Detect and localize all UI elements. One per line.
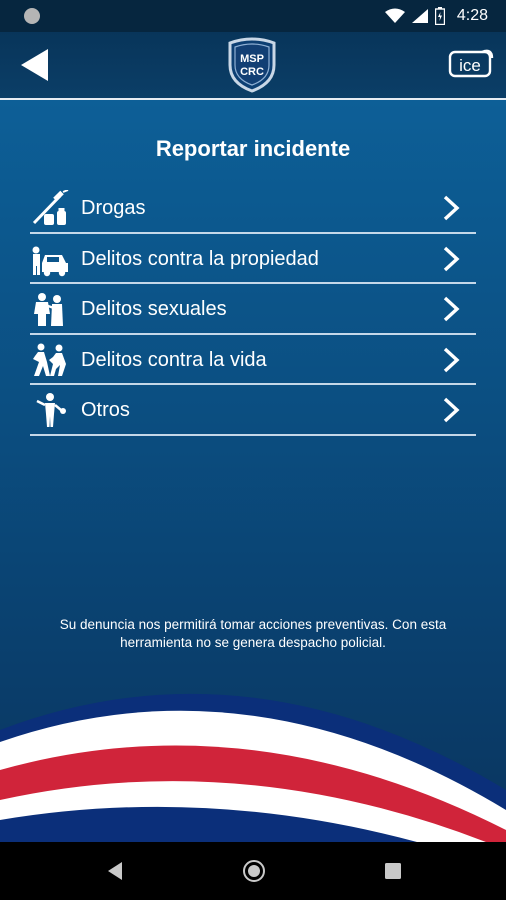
menu-item-delitos-vida[interactable]: Delitos contra la vida — [30, 335, 476, 385]
battery-icon — [434, 7, 445, 25]
status-icons: 4:28 — [384, 5, 488, 27]
logo-text-crc: CRC — [240, 66, 264, 78]
wifi-icon — [384, 8, 405, 23]
sexual-crime-icon — [34, 293, 63, 326]
nav-recents-icon[interactable] — [384, 862, 402, 880]
menu-item-otros[interactable]: Otros — [30, 385, 476, 436]
nav-back-icon[interactable] — [106, 861, 124, 881]
chevron-right-icon — [443, 246, 460, 271]
notification-dot-icon — [24, 8, 40, 24]
back-arrow-icon[interactable] — [18, 47, 52, 83]
disclaimer-line-1: Su denuncia nos permitirá tomar acciones… — [59, 617, 447, 632]
ice-logo[interactable]: ice — [448, 46, 494, 82]
msp-crc-logo: MSP CRC — [228, 37, 276, 93]
logo-text-msp: MSP — [240, 53, 264, 65]
violent-crime-icon — [33, 343, 66, 376]
system-nav-bar — [0, 842, 506, 900]
menu-item-delitos-propiedad[interactable]: Delitos contra la propiedad — [30, 234, 476, 284]
property-crime-icon — [32, 246, 68, 276]
incident-menu: Drogas Delitos contra la propiedad Delit… — [30, 183, 476, 436]
menu-item-label: Delitos contra la vida — [81, 348, 267, 371]
chevron-right-icon — [443, 195, 460, 221]
ice-logo-text: ice — [459, 56, 481, 75]
chevron-right-icon — [443, 397, 460, 423]
nav-home-icon[interactable] — [242, 859, 266, 883]
chevron-right-icon — [443, 296, 460, 322]
drugs-icon — [32, 190, 69, 225]
menu-item-label: Otros — [81, 399, 130, 421]
main-content: Reportar incidente Drogas Delitos contra… — [0, 100, 506, 842]
status-time: 4:28 — [456, 7, 488, 24]
page-title: Reportar incidente — [155, 136, 351, 161]
signal-icon — [411, 9, 428, 23]
menu-item-label: Drogas — [81, 197, 146, 219]
status-bar: 4:28 — [0, 0, 506, 32]
menu-item-label: Delitos sexuales — [81, 298, 227, 320]
app-bar: MSP CRC ice — [0, 32, 506, 98]
disclaimer-line-2: herramienta no se genera despacho polici… — [120, 635, 386, 650]
other-icon — [36, 393, 66, 427]
menu-item-label: Delitos contra la propiedad — [81, 247, 319, 270]
disclaimer-text: Su denuncia nos permitirá tomar acciones… — [24, 616, 482, 652]
chevron-right-icon — [443, 347, 460, 372]
menu-item-drogas[interactable]: Drogas — [30, 183, 476, 234]
menu-item-delitos-sexuales[interactable]: Delitos sexuales — [30, 284, 476, 335]
costa-rica-flag-wave — [0, 693, 506, 842]
